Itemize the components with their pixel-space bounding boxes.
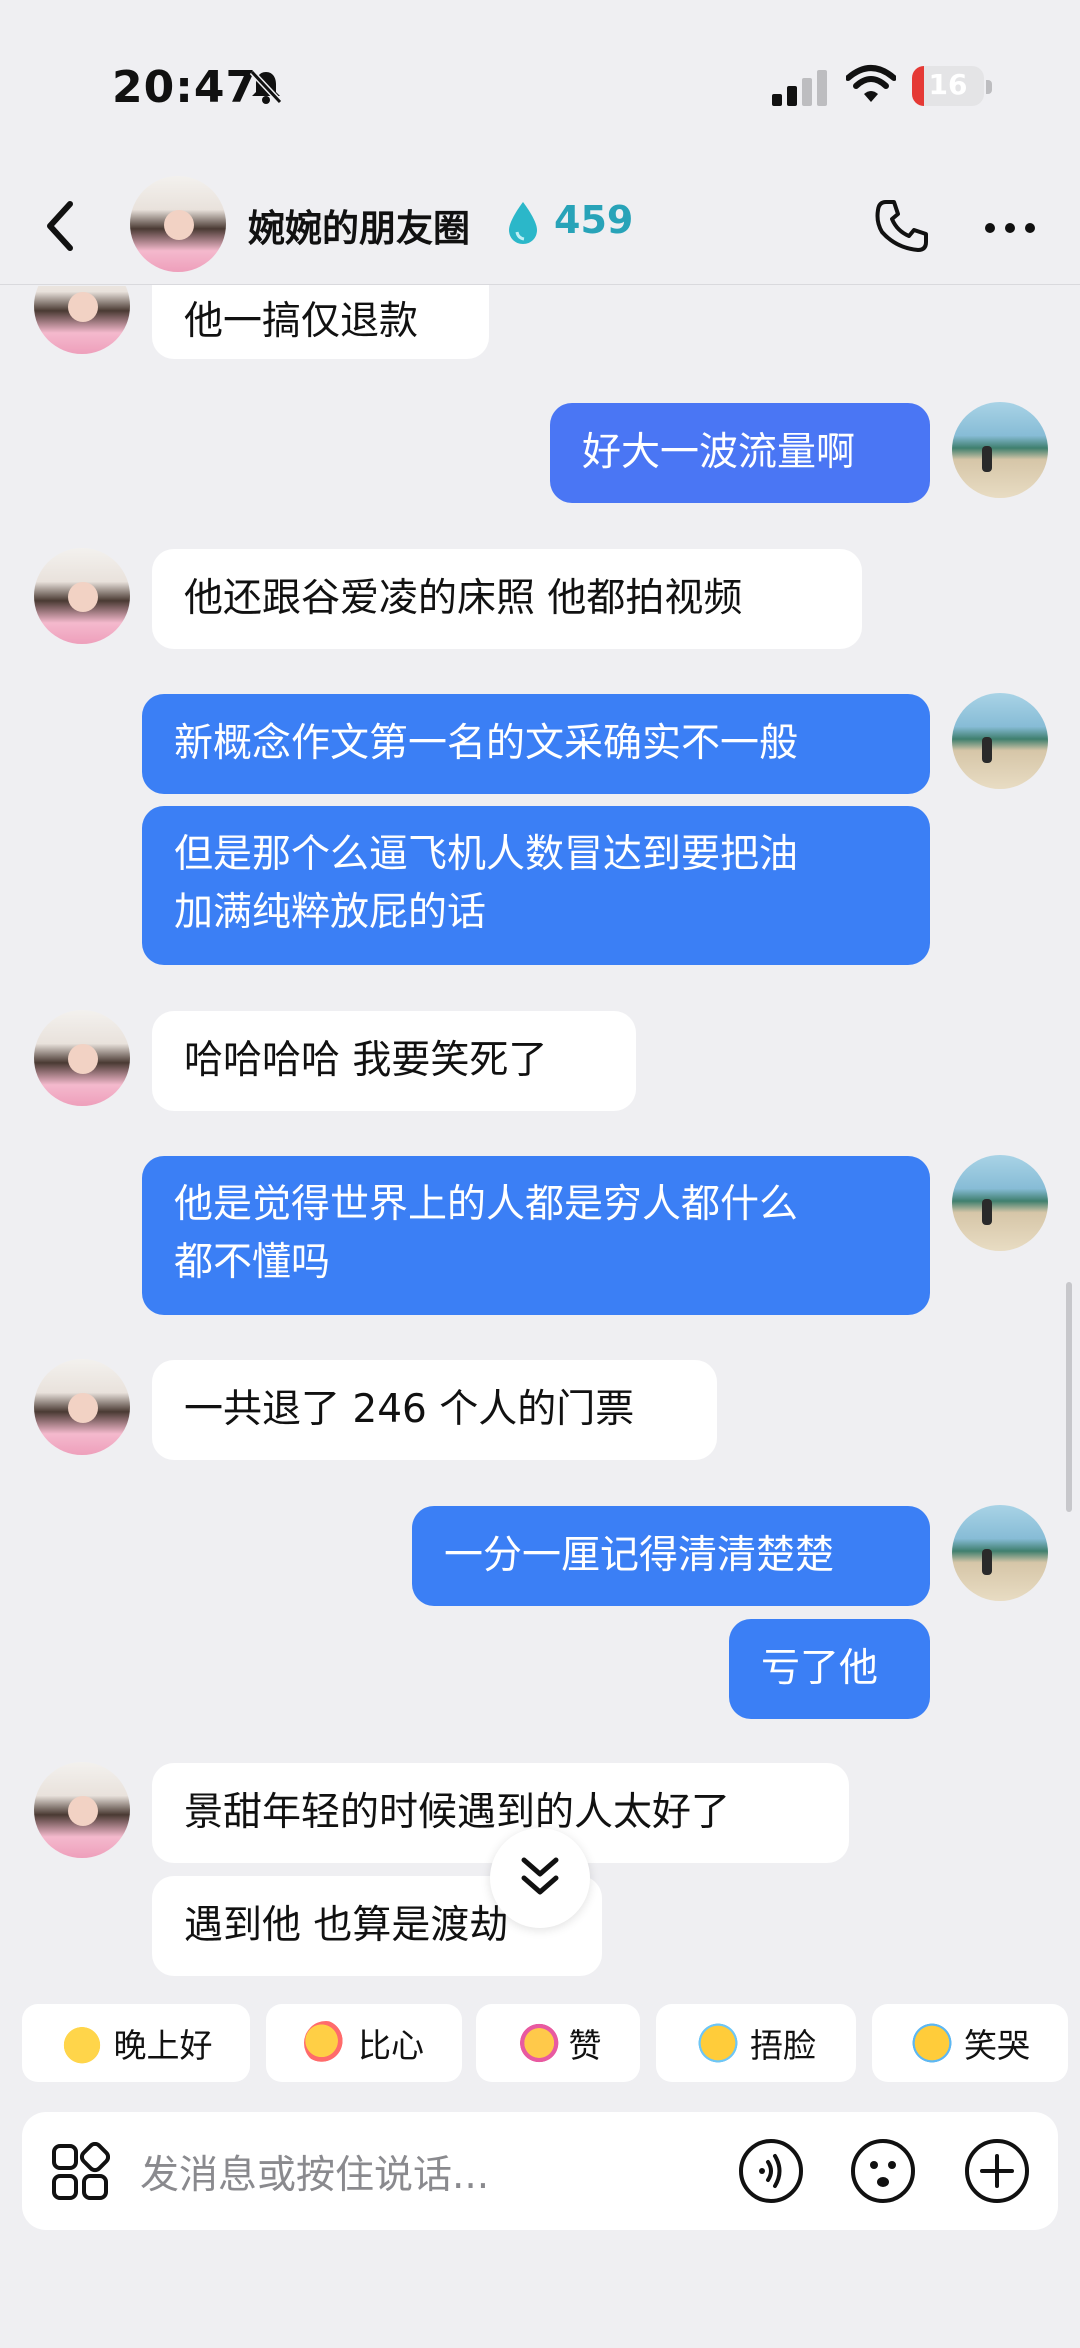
message-text: 都不懂吗 xyxy=(174,1240,331,1285)
message-text: 加满纯粹放屁的话 xyxy=(174,890,487,935)
water-drop-icon xyxy=(509,202,537,244)
message-bubble-outgoing[interactable]: 一分一厘记得清清楚楚 xyxy=(412,1506,930,1606)
battery-indicator: 16 xyxy=(912,66,984,106)
message-text: 景甜年轻的时候遇到的人太好了 xyxy=(184,1790,731,1835)
my-avatar[interactable] xyxy=(952,693,1048,789)
message-input[interactable]: 发消息或按住说话... xyxy=(140,2144,489,2200)
thumbs-up-icon xyxy=(514,2021,559,2065)
battery-tip xyxy=(986,80,992,94)
quick-reply-like[interactable]: 赞 xyxy=(476,2004,640,2082)
message-bubble-incoming[interactable]: 哈哈哈哈 我要笑死了 xyxy=(152,1011,636,1111)
quick-reply-label: 比心 xyxy=(358,2026,424,2065)
message-bubble-outgoing[interactable]: 但是那个么逼飞机人数冒达到要把油 加满纯粹放屁的话 xyxy=(142,806,930,965)
scroll-to-bottom-button[interactable] xyxy=(490,1828,590,1928)
message-text: 一分一厘记得清清楚楚 xyxy=(444,1533,835,1578)
contact-avatar[interactable] xyxy=(34,1010,130,1106)
wifi-icon xyxy=(846,65,896,102)
facepalm-icon xyxy=(696,2021,740,2065)
message-text: 好大一波流量啊 xyxy=(582,430,856,475)
message-text: 但是那个么逼飞机人数冒达到要把油 xyxy=(174,832,799,877)
message-text: 亏了他 xyxy=(761,1646,879,1691)
phone-call-icon[interactable] xyxy=(872,196,932,256)
bell-muted-icon xyxy=(249,69,283,105)
heart-hand-icon xyxy=(304,2021,348,2065)
message-bubble-incoming[interactable]: 他一搞仅退款 xyxy=(152,285,489,359)
message-bubble-outgoing[interactable]: 他是觉得世界上的人都是穷人都什么 都不懂吗 xyxy=(142,1156,930,1315)
message-text: 他是觉得世界上的人都是穷人都什么 xyxy=(174,1182,799,1227)
message-text: 哈哈哈哈 我要笑死了 xyxy=(184,1038,548,1083)
my-avatar[interactable] xyxy=(952,1505,1048,1601)
cellular-signal-icon xyxy=(772,70,827,106)
contact-avatar[interactable] xyxy=(34,548,130,644)
my-avatar[interactable] xyxy=(952,1155,1048,1251)
message-text: 新概念作文第一名的文采确实不一般 xyxy=(174,721,799,766)
message-text: 他一搞仅退款 xyxy=(184,299,419,344)
message-text: 他还跟谷爱凌的床照 他都拍视频 xyxy=(184,576,743,621)
voice-input-icon[interactable] xyxy=(738,2138,804,2204)
emoji-icon[interactable] xyxy=(850,2138,916,2204)
star-face-icon xyxy=(59,2021,104,2065)
back-arrow-icon[interactable] xyxy=(40,196,80,256)
quick-reply-tears-of-joy[interactable]: 笑哭 xyxy=(872,2004,1068,2082)
quick-reply-label: 晚上好 xyxy=(113,2026,213,2065)
message-bubble-outgoing[interactable]: 亏了他 xyxy=(729,1619,930,1719)
message-bubble-outgoing[interactable]: 好大一波流量啊 xyxy=(550,403,930,503)
contact-avatar[interactable] xyxy=(34,1762,130,1858)
message-text: 遇到他 也算是渡劫 xyxy=(184,1903,509,1948)
more-options-icon[interactable] xyxy=(984,222,1036,234)
status-time: 20:47 xyxy=(112,62,258,113)
scroll-indicator[interactable] xyxy=(1066,1282,1072,1512)
contact-name[interactable]: 婉婉的朋友圈 xyxy=(248,198,470,252)
message-bubble-incoming[interactable]: 一共退了 246 个人的门票 xyxy=(152,1360,717,1460)
message-text: 一共退了 246 个人的门票 xyxy=(184,1387,635,1432)
quick-reply-finger-heart[interactable]: 比心 xyxy=(266,2004,462,2082)
quick-reply-label: 笑哭 xyxy=(964,2026,1030,2065)
contact-avatar[interactable] xyxy=(130,176,226,272)
streak-count: 459 xyxy=(554,198,634,242)
message-bubble-incoming[interactable]: 他还跟谷爱凌的床照 他都拍视频 xyxy=(152,549,862,649)
quick-reply-good-evening[interactable]: 晚上好 xyxy=(22,2004,250,2082)
tears-of-joy-icon xyxy=(910,2021,954,2065)
message-bubble-outgoing[interactable]: 新概念作文第一名的文采确实不一般 xyxy=(142,694,930,794)
my-avatar[interactable] xyxy=(952,402,1048,498)
quick-reply-label: 捂脸 xyxy=(750,2026,816,2065)
apps-grid-icon[interactable] xyxy=(50,2142,110,2202)
add-icon[interactable] xyxy=(964,2138,1030,2204)
double-chevron-down-icon xyxy=(521,1857,559,1895)
contact-avatar[interactable] xyxy=(34,1359,130,1455)
quick-reply-facepalm[interactable]: 捂脸 xyxy=(656,2004,856,2082)
battery-percentage: 16 xyxy=(928,68,968,101)
quick-reply-label: 赞 xyxy=(568,2026,602,2065)
